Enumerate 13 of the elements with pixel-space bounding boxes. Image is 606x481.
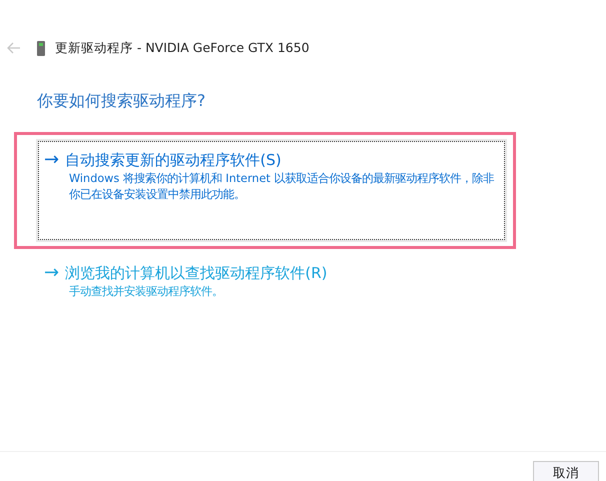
heading: 你要如何搜索驱动程序? [37, 91, 206, 112]
option-link[interactable]: → 浏览我的计算机以查找驱动程序软件(R) 手动查找并安装驱动程序软件。 [38, 258, 505, 305]
option-title: 自动搜索更新的驱动程序软件(S) [65, 150, 282, 170]
option-link[interactable]: → 自动搜索更新的驱动程序软件(S) Windows 将搜索你的计算机和 Internet 以获取适合你设备的最新驱动程序软件，除非你已在设备安装设置中禁用此功能。 [38, 141, 505, 240]
arrow-icon: → [44, 263, 60, 283]
cancel-button[interactable]: 取消 [533, 461, 599, 481]
option-description: 手动查找并安装驱动程序软件。 [69, 284, 224, 300]
back-arrow-icon[interactable] [7, 42, 21, 54]
arrow-icon: → [44, 150, 60, 170]
device-icon [37, 40, 45, 56]
window-title: 更新驱动程序 - NVIDIA GeForce GTX 1650 [55, 40, 310, 56]
option-title: 浏览我的计算机以查找驱动程序软件(R) [65, 263, 328, 283]
option-description: Windows 将搜索你的计算机和 Internet 以获取适合你设备的最新驱动程序软件，除非你已在设备安装设置中禁用此功能。 [69, 171, 496, 203]
